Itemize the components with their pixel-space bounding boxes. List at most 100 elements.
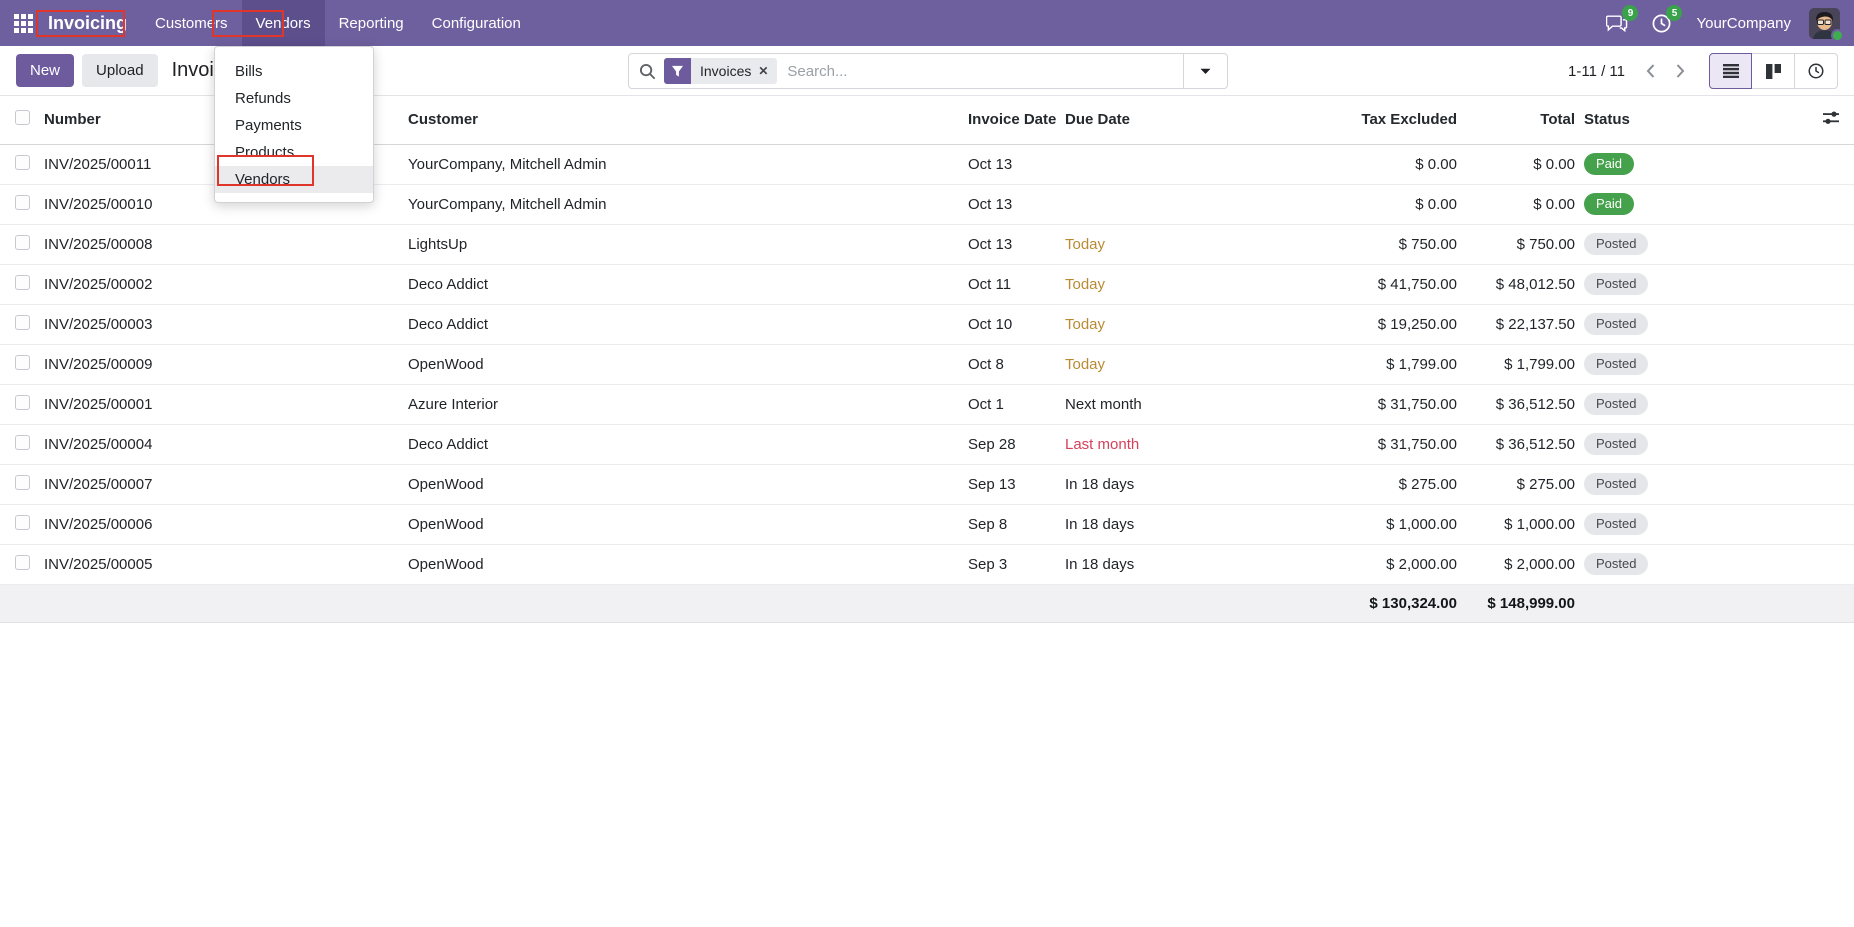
invoice-row[interactable]: INV/2025/00008LightsUpOct 13Today$ 750.0…: [0, 224, 1854, 264]
column-header-total[interactable]: Total: [1457, 96, 1575, 144]
row-checkbox[interactable]: [15, 195, 30, 210]
menu-customers[interactable]: Customers: [141, 0, 242, 46]
search-options-toggle[interactable]: [1183, 54, 1227, 88]
pager-previous-button[interactable]: [1635, 53, 1665, 89]
row-checkbox[interactable]: [15, 155, 30, 170]
cell-number-text: INV/2025/00009: [44, 356, 152, 373]
upload-button[interactable]: Upload: [82, 54, 158, 87]
row-checkbox[interactable]: [15, 315, 30, 330]
status-badge: Posted: [1584, 273, 1648, 295]
status-badge: Posted: [1584, 553, 1648, 575]
app-name[interactable]: Invoicing: [46, 0, 141, 46]
invoice-row[interactable]: INV/2025/00005OpenWoodSep 3In 18 days$ 2…: [0, 544, 1854, 584]
cell-customer: OpenWood: [408, 504, 968, 544]
menu-item-bills[interactable]: Bills: [215, 58, 373, 85]
row-checkbox[interactable]: [15, 235, 30, 250]
invoice-row[interactable]: INV/2025/00009 OpenWoodOct 8Today $ 1,799.…: [0, 344, 1854, 384]
row-checkbox[interactable]: [15, 515, 30, 530]
kanban-view-button[interactable]: [1752, 53, 1795, 89]
column-header-status[interactable]: Status: [1575, 96, 1685, 144]
row-checkbox[interactable]: [15, 555, 30, 570]
cell-status: Posted: [1575, 424, 1685, 464]
cell-invoice-date: Sep 13: [968, 464, 1065, 504]
cell-tax-excluded: $ 31,750.00: [1292, 424, 1457, 464]
status-badge: Posted: [1584, 393, 1648, 415]
menu-item-payments[interactable]: Payments: [215, 112, 373, 139]
invoice-row[interactable]: INV/2025/00002Deco AddictOct 11Today$ 41…: [0, 264, 1854, 304]
cell-total-text: $ 2,000.00: [1504, 556, 1575, 573]
facet-remove-icon[interactable]: ✕: [758, 64, 768, 78]
cell-customer: Deco Addict: [408, 304, 968, 344]
cell-due-date: Next month: [1065, 384, 1292, 424]
cell-number: INV/2025/00008: [44, 224, 408, 264]
column-header-tax-excluded[interactable]: Tax Excluded: [1292, 96, 1457, 144]
cell-status: Posted: [1575, 344, 1685, 384]
messages-button[interactable]: 9: [1604, 10, 1630, 36]
cell-status: Posted: [1575, 264, 1685, 304]
cell-number-text: INV/2025/00004: [44, 436, 152, 453]
activity-view-button[interactable]: [1795, 53, 1838, 89]
status-badge: Posted: [1584, 313, 1648, 335]
apps-menu-button[interactable]: [0, 0, 46, 46]
new-button[interactable]: New: [16, 54, 74, 87]
column-header-customer[interactable]: Customer: [408, 96, 968, 144]
cell-due-date-text: Today: [1065, 236, 1105, 253]
cell-tax-excluded-text: $ 1,799.00: [1386, 356, 1457, 373]
menu-configuration[interactable]: Configuration: [418, 0, 535, 46]
cell-number-text: INV/2025/00011: [44, 156, 151, 173]
vendors-dropdown-menu: Bills Refunds Payments Products Vendors: [214, 46, 374, 203]
cell-number: INV/2025/00002: [44, 264, 408, 304]
select-all-checkbox[interactable]: [15, 110, 30, 125]
kanban-view-icon: [1766, 64, 1781, 79]
activities-button[interactable]: 5: [1648, 10, 1674, 36]
row-checkbox[interactable]: [15, 275, 30, 290]
status-badge: Posted: [1584, 233, 1648, 255]
column-header-due-date[interactable]: Due Date: [1065, 96, 1292, 144]
cell-customer: OpenWood: [408, 344, 968, 384]
invoice-row[interactable]: INV/2025/00007OpenWoodSep 13In 18 days$ …: [0, 464, 1854, 504]
cell-tax-excluded: $ 31,750.00: [1292, 384, 1457, 424]
cell-invoice-date-text: Oct 10: [968, 316, 1012, 333]
cell-invoice-date: Sep 28: [968, 424, 1065, 464]
cell-customer: Deco Addict: [408, 264, 968, 304]
search-facet-invoices[interactable]: Invoices ✕: [664, 58, 777, 84]
cell-tax-excluded-text: $ 19,250.00: [1378, 316, 1457, 333]
cell-invoice-date: Oct 8: [968, 344, 1065, 384]
row-checkbox[interactable]: [15, 395, 30, 410]
cell-invoice-date-text: Oct 1: [968, 396, 1004, 413]
cell-number: INV/2025/00007: [44, 464, 408, 504]
column-header-invoice-date[interactable]: Invoice Date: [968, 96, 1065, 144]
row-checkbox[interactable]: [15, 355, 30, 370]
cell-status: Posted: [1575, 544, 1685, 584]
optional-columns-icon[interactable]: [1823, 111, 1839, 125]
cell-status: Paid: [1575, 184, 1685, 224]
cell-invoice-date-text: Oct 13: [968, 156, 1012, 173]
list-view-button[interactable]: [1709, 53, 1752, 89]
user-avatar[interactable]: [1809, 8, 1840, 39]
invoice-row[interactable]: INV/2025/00001Azure InteriorOct 1Next mo…: [0, 384, 1854, 424]
menu-item-refunds[interactable]: Refunds: [215, 85, 373, 112]
cell-number-text: INV/2025/00005: [44, 556, 152, 573]
cell-customer-text: YourCompany, Mitchell Admin: [408, 196, 606, 213]
menu-item-products[interactable]: Products: [215, 139, 373, 166]
invoice-row[interactable]: INV/2025/00004Deco AddictSep 28Last mont…: [0, 424, 1854, 464]
cell-due-date: Today: [1065, 224, 1292, 264]
row-checkbox[interactable]: [15, 475, 30, 490]
cell-status: Posted: [1575, 464, 1685, 504]
status-badge: Posted: [1584, 433, 1648, 455]
row-checkbox[interactable]: [15, 435, 30, 450]
invoice-row[interactable]: INV/2025/00006OpenWoodSep 8In 18 days$ 1…: [0, 504, 1854, 544]
pager-next-button[interactable]: [1665, 53, 1695, 89]
menu-vendors[interactable]: Vendors: [242, 0, 325, 46]
cell-total: $ 48,012.50: [1457, 264, 1575, 304]
cell-number: INV/2025/00005: [44, 544, 408, 584]
cell-total-text: $ 36,512.50: [1496, 436, 1575, 453]
menu-item-vendors[interactable]: Vendors: [215, 166, 373, 193]
cell-customer-text: Azure Interior: [408, 396, 498, 413]
menu-reporting[interactable]: Reporting: [325, 0, 418, 46]
search-input[interactable]: [787, 63, 1175, 80]
company-name[interactable]: YourCompany: [1696, 15, 1791, 32]
online-status-dot: [1831, 29, 1844, 42]
invoice-row[interactable]: INV/2025/00003Deco AddictOct 10Today$ 19…: [0, 304, 1854, 344]
cell-due-date-text: Today: [1065, 356, 1105, 373]
